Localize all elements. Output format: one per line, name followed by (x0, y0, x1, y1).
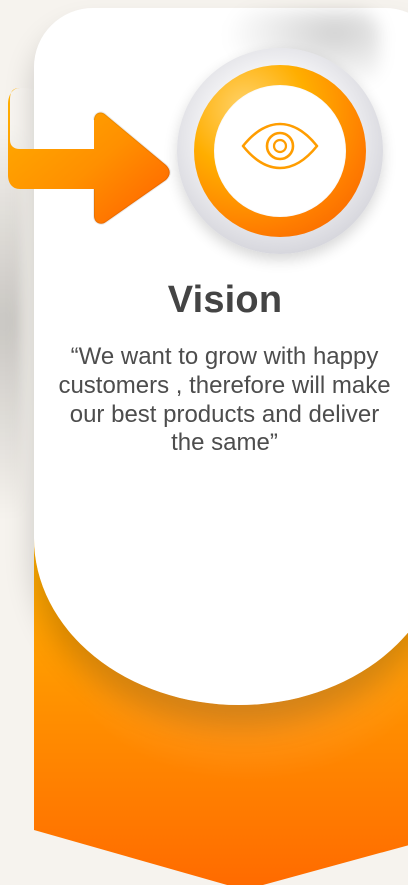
eye-icon (241, 122, 319, 170)
vision-quote: “We want to grow with happy customers , … (58, 343, 391, 457)
orange-arrow-icon (8, 88, 171, 225)
vision-badge (177, 48, 383, 254)
card-title: Vision (167, 279, 283, 321)
vision-card-scene: Vision “We want to grow with happy custo… (0, 0, 408, 885)
